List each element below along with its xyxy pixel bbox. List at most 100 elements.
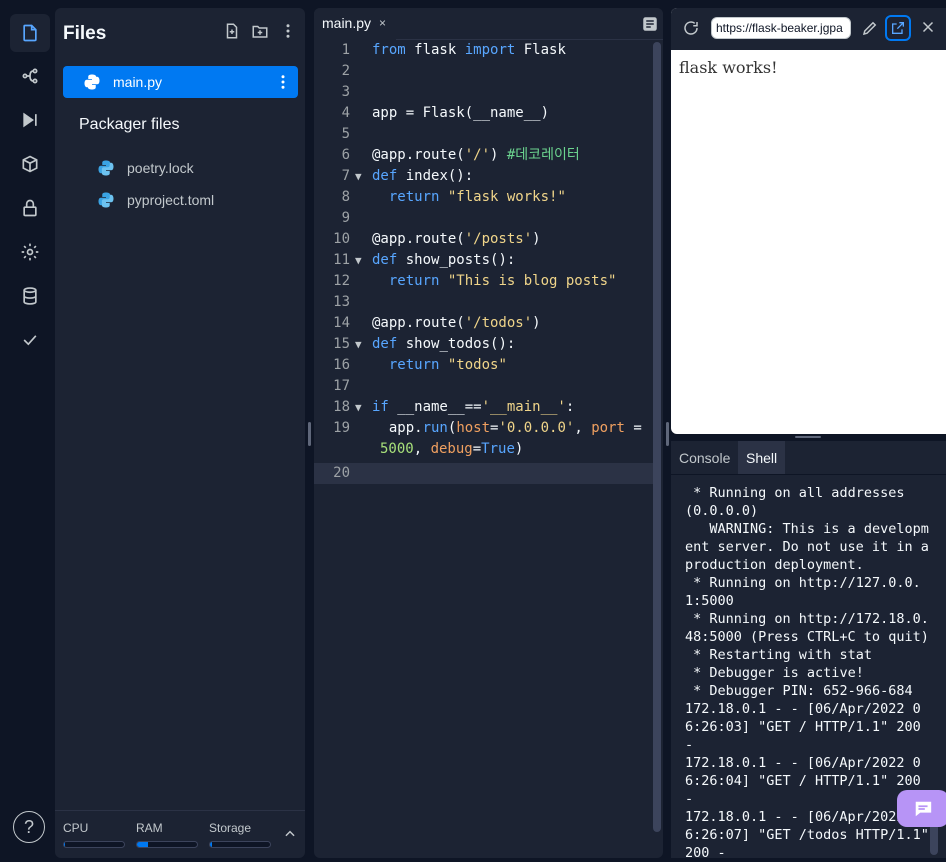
code-line: 7 ▼ def index(): (314, 166, 654, 187)
close-icon[interactable]: × (379, 16, 386, 30)
line-number: 3 (341, 84, 350, 100)
code-text: return "flask works!" (388, 189, 566, 205)
new-file-icon[interactable] (223, 22, 241, 40)
code-line: 5000, debug=True) (314, 439, 654, 460)
code-line: 12 return "This is blog posts" (314, 271, 654, 292)
chat-icon (914, 801, 932, 816)
editor-menu-icon[interactable] (641, 15, 659, 33)
line-number: 15 (333, 336, 350, 352)
files-title: Files (63, 23, 107, 44)
packager-files-title: Packager files (79, 116, 180, 133)
file-item-main-py[interactable]: main.py (63, 66, 298, 98)
webview-content: flask works! (679, 58, 778, 77)
pencil-icon[interactable] (861, 19, 879, 37)
settings-icon[interactable] (10, 233, 50, 271)
code-text: def show_todos(): (372, 336, 516, 352)
file-item-pyproject-toml[interactable]: pyproject.toml (97, 188, 214, 212)
webview-panel: https://flask-beaker.jgpa flask works! (671, 8, 946, 434)
code-line: 18 ▼ if __name__=='__main__': (314, 397, 654, 418)
code-line: 13 (314, 292, 654, 313)
database-icon[interactable] (10, 277, 50, 315)
panel-resize-handle[interactable] (666, 422, 669, 446)
python-icon (98, 160, 114, 176)
code-line: 15 ▼ def show_todos(): (314, 334, 654, 355)
fold-icon[interactable]: ▼ (355, 166, 362, 187)
python-icon (98, 192, 114, 208)
code-line: 8 return "flask works!" (314, 187, 654, 208)
tab-main-py[interactable]: main.py × (314, 8, 396, 40)
version-control-icon[interactable] (10, 57, 50, 95)
help-icon[interactable]: ? (13, 811, 45, 843)
external-link-icon (892, 22, 904, 34)
code-text: from flask import Flask (372, 42, 566, 58)
code-line: 11 ▼ def show_posts(): (314, 250, 654, 271)
files-actions (223, 22, 297, 40)
close-icon[interactable] (919, 18, 937, 36)
tab-console[interactable]: Console (671, 441, 738, 474)
fold-icon[interactable]: ▼ (355, 250, 362, 271)
file-item-poetry-lock[interactable]: poetry.lock (97, 156, 194, 180)
cpu-label: CPU (63, 821, 89, 835)
open-in-new-tab-button[interactable] (885, 15, 911, 41)
fold-icon[interactable]: ▼ (355, 334, 362, 355)
line-number: 20 (333, 465, 350, 481)
activity-bar: ? (0, 0, 55, 862)
chat-button[interactable] (897, 790, 946, 827)
code-text: if __name__=='__main__': (372, 399, 575, 415)
fold-icon[interactable]: ▼ (355, 397, 362, 418)
line-number: 13 (333, 294, 350, 310)
code-line: 14 @app.route('/todos') (314, 313, 654, 334)
files-icon[interactable] (10, 14, 50, 52)
file-name: poetry.lock (127, 160, 194, 176)
line-number: 8 (341, 189, 350, 205)
line-number: 10 (333, 231, 350, 247)
reload-icon[interactable] (682, 19, 700, 37)
code-text: app.run(host='0.0.0.0', port = (372, 420, 642, 436)
new-folder-icon[interactable] (251, 22, 269, 40)
editor-scrollbar[interactable] (653, 42, 661, 832)
line-number: 11 (333, 252, 350, 268)
file-name: main.py (113, 74, 163, 90)
code-line: 19 app.run(host='0.0.0.0', port = (314, 418, 654, 439)
code-text: @app.route('/todos') (372, 315, 541, 331)
more-icon[interactable] (279, 22, 297, 40)
tab-label: main.py (322, 15, 372, 31)
help-label: ? (23, 816, 34, 837)
ram-label: RAM (136, 821, 163, 835)
storage-meter: Storage (209, 821, 271, 848)
url-input[interactable]: https://flask-beaker.jgpa (711, 17, 851, 39)
tests-icon[interactable] (10, 321, 50, 359)
line-number: 14 (333, 315, 350, 331)
run-icon[interactable] (10, 101, 50, 139)
line-number: 1 (341, 42, 350, 58)
packages-icon[interactable] (10, 145, 50, 183)
secrets-icon[interactable] (10, 189, 50, 227)
cpu-bar (63, 841, 125, 848)
cpu-meter: CPU (63, 821, 125, 848)
code-area[interactable]: 1 from flask import Flask 2 3 4 app = Flas… (314, 40, 654, 850)
code-line: 4 app = Flask(__name__) (314, 103, 654, 124)
line-number: 19 (333, 420, 350, 436)
panel-resize-handle[interactable] (308, 422, 311, 446)
ram-fill (137, 842, 148, 847)
code-text: @app.route('/') #데코레이터 (372, 147, 580, 163)
file-menu-icon[interactable] (274, 73, 292, 91)
code-line: 1 from flask import Flask (314, 40, 654, 61)
tab-shell[interactable]: Shell (738, 441, 786, 474)
code-line-active: 20 (314, 463, 654, 484)
code-text: 5000, debug=True) (380, 441, 524, 457)
code-line: 2 (314, 61, 654, 82)
storage-bar (209, 841, 271, 848)
code-line: 9 (314, 208, 654, 229)
code-text: return "todos" (388, 357, 507, 373)
webview-toolbar: https://flask-beaker.jgpa (671, 8, 946, 50)
files-panel: Files main.py Packager files poetry.lock… (55, 8, 305, 858)
code-line: 10 @app.route('/posts') (314, 229, 654, 250)
resources-panel[interactable]: CPU RAM Storage (55, 810, 305, 858)
code-line: 6 @app.route('/') #데코레이터 (314, 145, 654, 166)
line-number: 16 (333, 357, 350, 373)
code-line: 3 (314, 82, 654, 103)
pane-resize-handle[interactable] (795, 436, 821, 438)
line-number: 5 (341, 126, 350, 142)
chevron-up-icon[interactable] (283, 827, 297, 841)
